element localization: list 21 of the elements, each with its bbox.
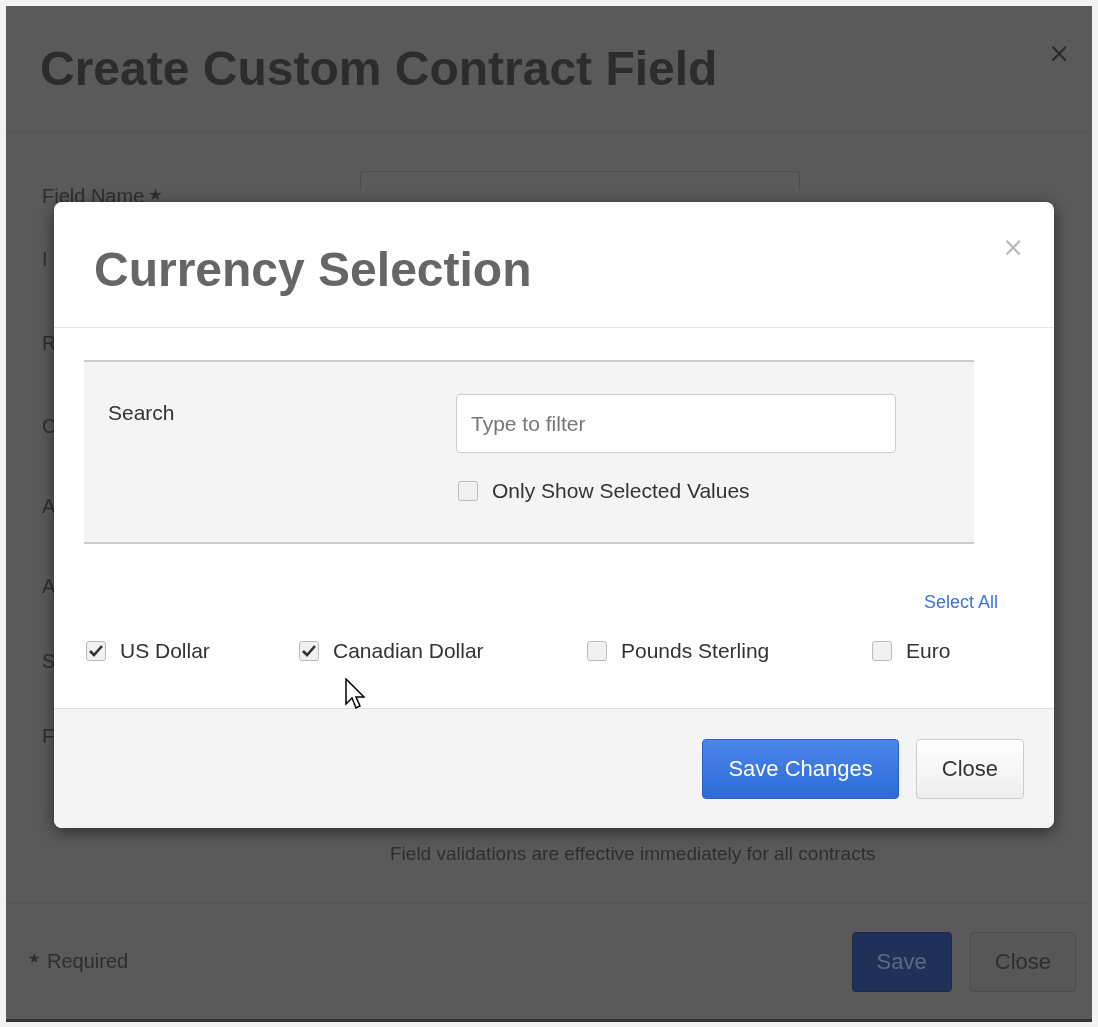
required-star-icon: ★: [28, 950, 41, 966]
checkbox-label: US Dollar: [120, 639, 210, 663]
search-field[interactable]: Type to filter: [456, 394, 896, 453]
close-icon[interactable]: ×: [1048, 38, 1070, 68]
select-all-link[interactable]: Select All: [923, 592, 998, 613]
checkbox-label: Only Show Selected Values: [492, 479, 750, 503]
checkbox[interactable]: [872, 641, 892, 661]
checkbox[interactable]: [299, 641, 319, 661]
save-button[interactable]: Save: [851, 931, 952, 992]
required-star-icon: ★: [148, 185, 163, 204]
checkbox[interactable]: [86, 641, 106, 661]
checkbox[interactable]: [458, 481, 478, 501]
checkbox-label: Pounds Sterling: [621, 639, 770, 663]
save-changes-button[interactable]: Save Changes: [702, 738, 899, 799]
search-label: Search: [108, 401, 176, 426]
close-button[interactable]: Close: [915, 738, 1024, 799]
dialog-title: Currency Selection: [94, 242, 532, 297]
checkbox-label: Canadian Dollar: [333, 639, 484, 663]
checkbox-label: Euro: [906, 639, 951, 663]
checkbox[interactable]: [587, 641, 607, 661]
close-icon[interactable]: ×: [1002, 232, 1024, 262]
